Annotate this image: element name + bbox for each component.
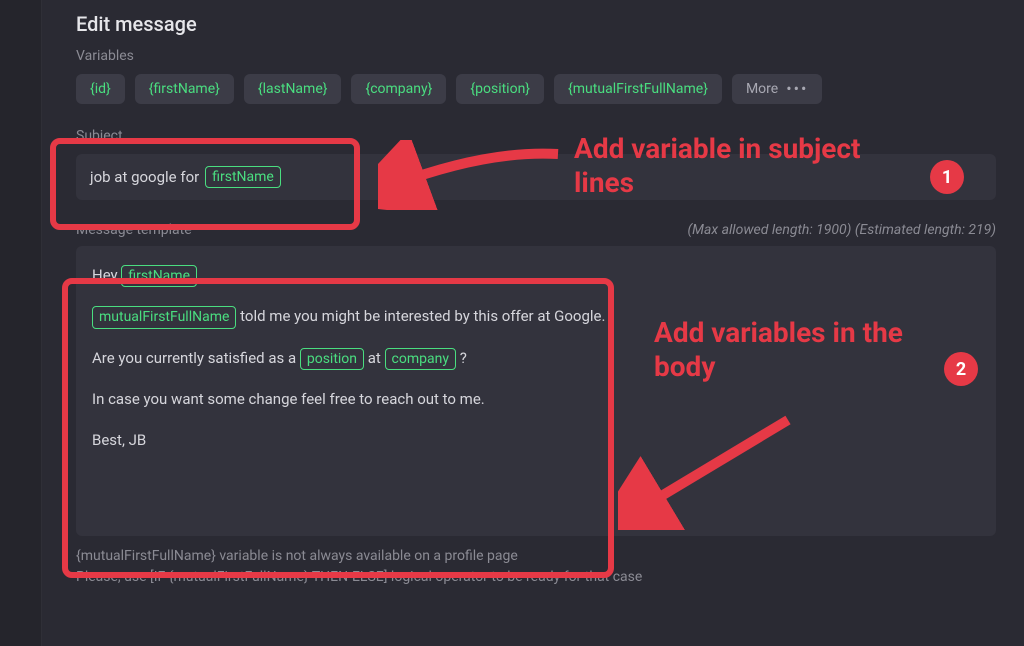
tpl-line-greeting: Hey firstName , [92, 264, 980, 287]
template-label: Message template [76, 222, 192, 238]
edit-message-panel: Edit message Variables {id} {firstName} … [42, 0, 1024, 646]
tpl-var-mutualfirstfullname[interactable]: mutualFirstFullName [92, 306, 236, 328]
var-chip-company[interactable]: {company} [351, 74, 446, 104]
subject-var-firstname[interactable]: firstName [205, 166, 281, 188]
var-chip-more[interactable]: More ••• [732, 74, 822, 104]
est-length-text: (Estimated length: 219) [855, 222, 996, 238]
tpl-var-position[interactable]: position [300, 348, 364, 370]
ellipsis-icon: ••• [786, 81, 808, 97]
var-chip-lastname[interactable]: {lastName} [244, 74, 342, 104]
more-label: More [746, 81, 778, 97]
tpl-var-firstname[interactable]: firstName [121, 265, 197, 287]
subject-text: job at google for [90, 168, 199, 186]
tpl-line-question: Are you currently satisfied as a positio… [92, 347, 980, 370]
var-chip-mutualfirstfullname[interactable]: {mutualFirstFullName} [554, 74, 722, 104]
tpl-var-company[interactable]: company [385, 348, 456, 370]
var-chip-position[interactable]: {position} [456, 74, 544, 104]
template-meta: (Max allowed length: 1900) (Estimated le… [688, 222, 996, 238]
subject-block: Subject job at google for firstName [76, 128, 996, 200]
max-length-text: (Max allowed length: 1900) [688, 222, 852, 238]
subject-input[interactable]: job at google for firstName [76, 154, 996, 200]
tpl-line-change: In case you want some change feel free t… [92, 388, 980, 411]
var-chip-id[interactable]: {id} [76, 74, 125, 104]
var-chip-firstname[interactable]: {firstName} [135, 74, 234, 104]
footer-line-1: {mutualFirstFullName} variable is not al… [76, 546, 996, 567]
tpl-line-signoff: Best, JB [92, 429, 980, 452]
subject-label: Subject [76, 128, 996, 144]
footer-note: {mutualFirstFullName} variable is not al… [76, 546, 996, 588]
tpl-line-mutual: mutualFirstFullName told me you might be… [92, 305, 980, 328]
template-header: Message template (Max allowed length: 19… [76, 222, 996, 238]
variables-row: {id} {firstName} {lastName} {company} {p… [76, 74, 996, 104]
footer-line-2: Please, use [IF {mutualFirstFullName} TH… [76, 567, 996, 588]
panel-title: Edit message [76, 12, 996, 36]
template-body[interactable]: Hey firstName , mutualFirstFullName told… [76, 246, 996, 536]
left-gutter [0, 0, 42, 646]
variables-label: Variables [76, 48, 996, 64]
